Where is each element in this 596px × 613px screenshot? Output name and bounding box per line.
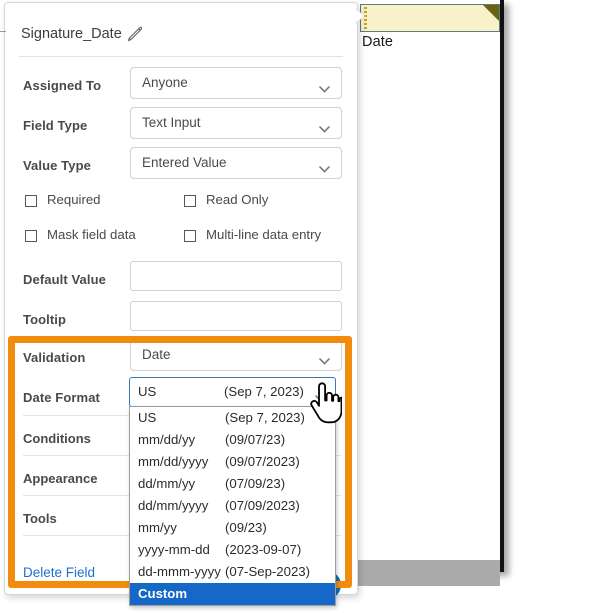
dropdown-option-custom[interactable]: Custom xyxy=(130,583,335,605)
form-field-signature-date[interactable] xyxy=(360,4,500,32)
dropdown-option-mm-dd-yyyy[interactable]: mm/dd/yyyy (09/07/2023) xyxy=(130,451,335,473)
delete-field-link[interactable]: Delete Field xyxy=(23,565,95,580)
label-validation: Validation xyxy=(23,350,86,365)
select-value-type[interactable]: Entered Value xyxy=(130,147,342,179)
input-default-value[interactable] xyxy=(130,261,342,291)
pencil-icon[interactable] xyxy=(127,25,144,42)
row-validation: Validation Date xyxy=(5,339,357,379)
select-date-format[interactable]: US (Sep 7, 2023) xyxy=(129,377,336,407)
select-date-format-sample: (Sep 7, 2023) xyxy=(224,384,304,399)
form-field-corner-icon xyxy=(483,5,499,21)
header-divider xyxy=(19,56,343,57)
checkbox-box-icon xyxy=(25,230,37,242)
row-default-value: Default Value xyxy=(5,261,357,301)
dropdown-option-sample: (Sep 7, 2023) xyxy=(225,410,305,425)
dropdown-option-yyyy-mm-dd[interactable]: yyyy-mm-dd (2023-09-07) xyxy=(130,539,335,561)
dropdown-option-dd-mmm-yyyy[interactable]: dd-mmm-yyyy (07-Sep-2023) xyxy=(130,561,335,583)
checkbox-box-icon xyxy=(25,195,37,207)
dropdown-option-format: mm/yy xyxy=(138,520,177,535)
select-assigned-to[interactable]: Anyone xyxy=(130,67,342,99)
document-horizontal-scrollbar[interactable] xyxy=(356,560,500,586)
dropdown-option-format: mm/dd/yyyy xyxy=(138,454,209,469)
select-validation[interactable]: Date xyxy=(130,339,342,371)
dropdown-option-mm-dd-yy[interactable]: mm/dd/yy (09/07/23) xyxy=(130,429,335,451)
chevron-down-icon xyxy=(319,120,330,133)
select-assigned-to-value: Anyone xyxy=(142,75,188,90)
label-value-type: Value Type xyxy=(23,158,91,173)
chevron-down-icon xyxy=(319,160,330,173)
row-value-type: Value Type Entered Value xyxy=(5,147,357,187)
checkbox-multiline-label: Multi-line data entry xyxy=(206,227,322,242)
dropdown-option-format: yyyy-mm-dd xyxy=(138,542,210,557)
select-value-type-value: Entered Value xyxy=(142,155,227,170)
panel-header: Signature_Date xyxy=(5,3,357,51)
dropdown-option-format: dd/mm/yyyy xyxy=(138,498,209,513)
row-tooltip: Tooltip xyxy=(5,301,357,341)
dropdown-option-format: US xyxy=(138,410,157,425)
label-tooltip: Tooltip xyxy=(23,312,67,327)
select-date-format-value: US xyxy=(138,384,157,399)
select-validation-value: Date xyxy=(142,347,171,362)
dropdown-option-format: dd/mm/yy xyxy=(138,476,196,491)
input-tooltip[interactable] xyxy=(130,301,342,331)
dropdown-option-us[interactable]: US (Sep 7, 2023) xyxy=(130,407,335,429)
dropdown-option-sample: (07/09/2023) xyxy=(225,498,300,513)
callout-tail-left xyxy=(0,31,6,32)
section-appearance-label: Appearance xyxy=(23,471,98,486)
checkbox-mask-field-data-label: Mask field data xyxy=(47,227,136,242)
dropdown-option-sample: (09/07/23) xyxy=(225,432,286,447)
dropdown-option-format: Custom xyxy=(138,586,188,601)
chevron-down-icon xyxy=(319,352,330,365)
checkbox-read-only-label: Read Only xyxy=(206,192,269,207)
field-title: Signature_Date xyxy=(21,26,122,42)
dropdown-option-sample: (2023-09-07) xyxy=(225,542,302,557)
row-assigned-to: Assigned To Anyone xyxy=(5,67,357,107)
chevron-down-icon xyxy=(315,389,326,402)
checkbox-box-icon xyxy=(184,230,196,242)
label-date-format: Date Format xyxy=(23,390,100,405)
dropdown-option-mm-yy[interactable]: mm/yy (09/23) xyxy=(130,517,335,539)
form-field-dots-marker xyxy=(364,7,367,30)
row-field-type: Field Type Text Input xyxy=(5,107,357,147)
dropdown-option-dd-mm-yy[interactable]: dd/mm/yy (07/09/23) xyxy=(130,473,335,495)
dropdown-option-format: dd-mmm-yyyy xyxy=(138,564,221,579)
label-default-value: Default Value xyxy=(23,272,106,287)
dropdown-option-sample: (07-Sep-2023) xyxy=(225,564,311,579)
document-page: Date xyxy=(356,0,504,572)
document-field-label: Date xyxy=(362,34,394,50)
dropdown-option-format: mm/dd/yy xyxy=(138,432,196,447)
section-tools-label: Tools xyxy=(23,511,57,526)
callout-tail-right xyxy=(354,8,364,24)
checkbox-box-icon xyxy=(184,195,196,207)
label-field-type: Field Type xyxy=(23,118,88,133)
select-field-type[interactable]: Text Input xyxy=(130,107,342,139)
select-field-type-value: Text Input xyxy=(142,115,201,130)
dropdown-option-sample: (09/07/2023) xyxy=(225,454,300,469)
chevron-down-icon xyxy=(319,80,330,93)
date-format-dropdown-list[interactable]: US (Sep 7, 2023) mm/dd/yy (09/07/23) mm/… xyxy=(129,406,336,606)
dropdown-option-dd-mm-yyyy[interactable]: dd/mm/yyyy (07/09/2023) xyxy=(130,495,335,517)
checkbox-required-label: Required xyxy=(47,192,101,207)
dropdown-option-sample: (09/23) xyxy=(225,520,267,535)
section-conditions-label: Conditions xyxy=(23,431,91,446)
dropdown-option-sample: (07/09/23) xyxy=(225,476,286,491)
label-assigned-to: Assigned To xyxy=(23,78,102,93)
